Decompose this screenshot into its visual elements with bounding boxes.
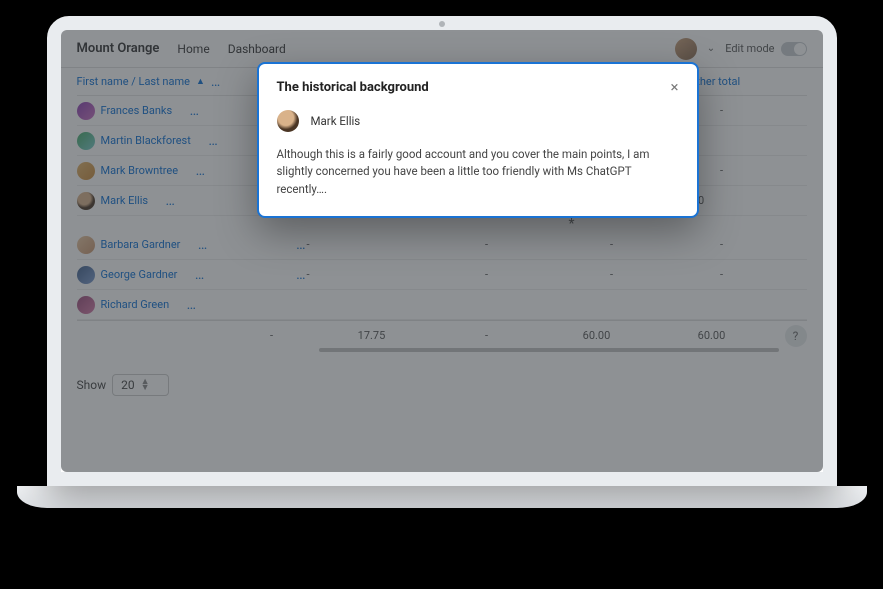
camera-dot [439, 21, 445, 27]
close-icon[interactable]: × [670, 78, 678, 96]
modal-title: The historical background [277, 80, 429, 95]
modal-username: Mark Ellis [311, 114, 361, 128]
avatar [277, 110, 299, 132]
feedback-modal: The historical background × Mark Ellis A… [257, 62, 699, 218]
laptop-base [17, 486, 867, 508]
laptop-frame: Mount Orange Home Dashboard ⌄ Edit mode [47, 16, 837, 508]
app-root: Mount Orange Home Dashboard ⌄ Edit mode [61, 30, 823, 472]
modal-body: Although this is a fairly good account a… [277, 146, 679, 198]
